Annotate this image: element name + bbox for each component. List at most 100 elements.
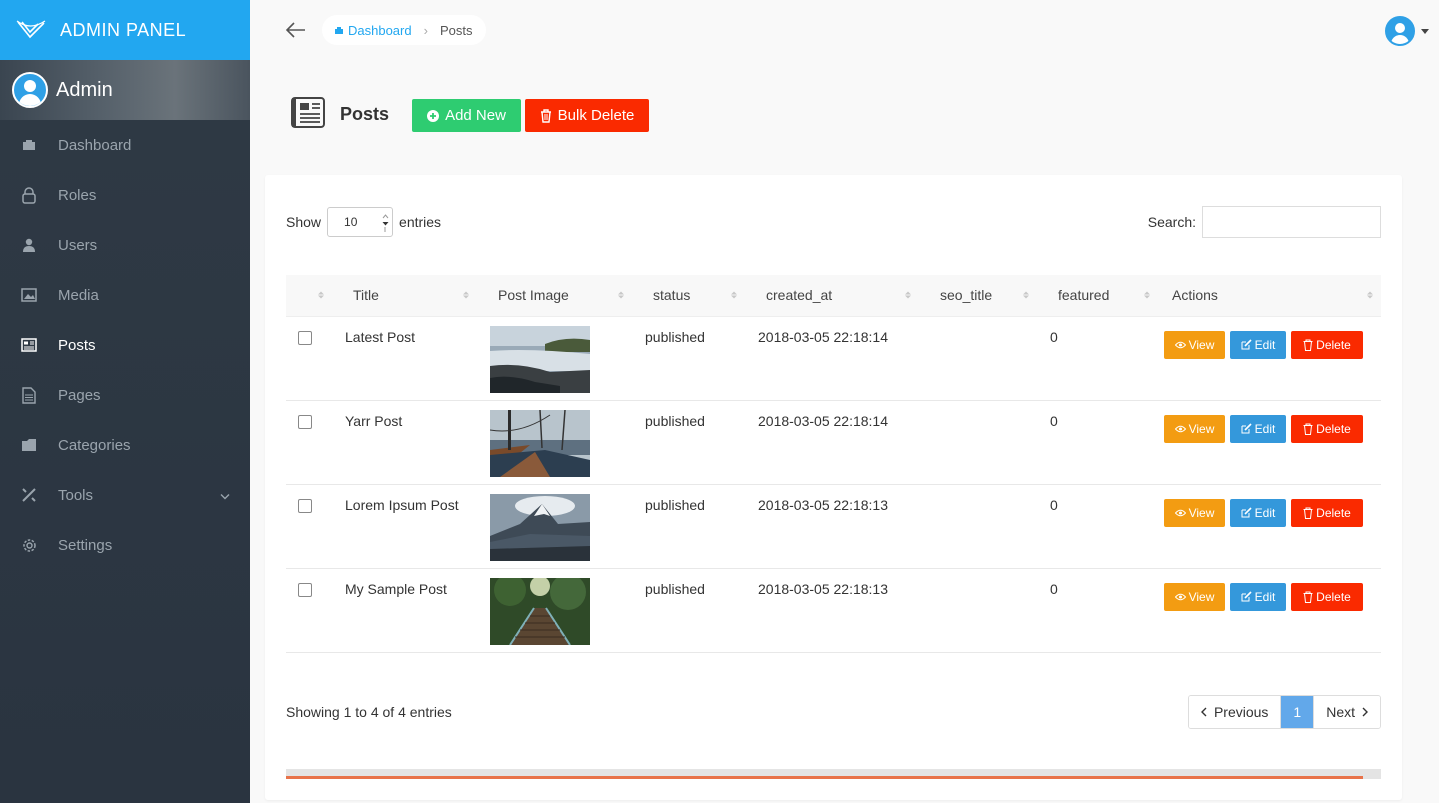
post-status: published xyxy=(645,580,705,597)
trash-icon xyxy=(1303,339,1313,351)
row-select-checkbox[interactable] xyxy=(298,330,312,345)
edit-label: Edit xyxy=(1254,421,1276,436)
post-status: published xyxy=(645,328,705,345)
brand-bar[interactable]: ADMIN PANEL xyxy=(0,0,250,60)
sidebar-item-categories[interactable]: Categories xyxy=(0,420,250,470)
column-header-actions[interactable]: Actions xyxy=(1158,275,1381,317)
row-actions: View Edit Delete xyxy=(1164,329,1381,359)
entries-length-value: 10 xyxy=(344,215,358,229)
sidebar-item-label: Settings xyxy=(58,536,113,554)
row-select-checkbox[interactable] xyxy=(298,414,312,429)
edit-label: Edit xyxy=(1254,505,1276,520)
search-input[interactable] xyxy=(1202,206,1381,238)
add-new-label: Add New xyxy=(445,107,506,124)
back-arrow-icon[interactable] xyxy=(284,20,306,40)
view-button[interactable]: View xyxy=(1164,414,1225,443)
bulk-delete-label: Bulk Delete xyxy=(557,107,635,124)
sidebar-item-roles[interactable]: Roles xyxy=(0,170,250,220)
column-header-seo-title[interactable]: seo_title xyxy=(919,275,1037,317)
edit-label: Edit xyxy=(1254,589,1276,604)
sidebar-item-posts[interactable]: Posts xyxy=(0,320,250,370)
add-new-button[interactable]: Add New xyxy=(412,99,521,132)
horizontal-scrollbar[interactable] xyxy=(286,769,1381,779)
trash-icon xyxy=(1303,591,1313,603)
sort-icon xyxy=(731,291,737,299)
post-featured: 0 xyxy=(1050,412,1058,429)
posts-table: Title Post Image status created_at seo_t… xyxy=(286,275,1381,653)
delete-button[interactable]: Delete xyxy=(1291,414,1363,443)
person-icon xyxy=(20,236,38,254)
edit-button[interactable]: Edit xyxy=(1230,498,1286,527)
column-header-featured[interactable]: featured xyxy=(1037,275,1158,317)
delete-label: Delete xyxy=(1316,337,1351,352)
sidebar-profile[interactable]: Admin xyxy=(0,60,250,120)
breadcrumb-home-label: Dashboard xyxy=(348,22,412,38)
edit-button[interactable]: Edit xyxy=(1230,582,1286,611)
scrollbar-thumb[interactable] xyxy=(286,776,1363,779)
previous-label: Previous xyxy=(1213,704,1269,720)
sidebar-item-settings[interactable]: Settings xyxy=(0,520,250,570)
image-icon xyxy=(20,286,38,304)
next-page-button[interactable]: Next xyxy=(1313,696,1380,728)
next-label: Next xyxy=(1326,704,1355,720)
search-label: Search: xyxy=(1147,214,1196,230)
entries-length-select[interactable]: 10 xyxy=(327,207,394,237)
trash-icon xyxy=(540,108,552,123)
view-button[interactable]: View xyxy=(1164,498,1225,527)
tools-icon xyxy=(20,486,38,504)
edit-icon xyxy=(1241,507,1252,518)
trash-icon xyxy=(1303,507,1313,519)
delete-button[interactable]: Delete xyxy=(1291,498,1363,527)
sidebar-item-users[interactable]: Users xyxy=(0,220,250,270)
post-featured: 0 xyxy=(1050,496,1058,513)
sidebar-item-label: Dashboard xyxy=(58,136,132,154)
profile-name: Admin xyxy=(56,78,113,101)
post-created-at: 2018-03-05 22:18:14 xyxy=(758,328,888,345)
column-header-created-at[interactable]: created_at xyxy=(745,275,919,317)
edit-button[interactable]: Edit xyxy=(1230,414,1286,443)
previous-page-button[interactable]: Previous xyxy=(1188,696,1282,728)
column-label: created_at xyxy=(766,287,833,304)
post-featured: 0 xyxy=(1050,328,1058,345)
sea-cliff-photo xyxy=(490,325,590,393)
posts-panel: Show 10 entries Search: Title Post Image… xyxy=(265,175,1402,800)
breadcrumb-home[interactable]: Dashboard xyxy=(334,23,412,38)
view-label: View xyxy=(1188,421,1215,436)
row-select-checkbox[interactable] xyxy=(298,582,312,597)
delete-button[interactable]: Delete xyxy=(1291,582,1363,611)
column-label: seo_title xyxy=(940,287,993,304)
row-select-checkbox[interactable] xyxy=(298,498,312,513)
column-header-select[interactable] xyxy=(286,275,332,317)
page-1-button[interactable]: 1 xyxy=(1281,696,1314,728)
edit-button[interactable]: Edit xyxy=(1230,330,1286,359)
bulk-delete-button[interactable]: Bulk Delete xyxy=(525,99,649,132)
sort-icon xyxy=(463,291,469,299)
search-control: Search: xyxy=(1148,206,1381,238)
avatar xyxy=(12,72,48,108)
delete-button[interactable]: Delete xyxy=(1291,330,1363,359)
file-icon xyxy=(20,386,38,404)
post-title: My Sample Post xyxy=(345,580,447,597)
sidebar-item-tools[interactable]: Tools xyxy=(0,470,250,520)
sidebar-item-pages[interactable]: Pages xyxy=(0,370,250,420)
column-header-title[interactable]: Title xyxy=(332,275,477,317)
sidebar-item-dashboard[interactable]: Dashboard xyxy=(0,120,250,170)
view-label: View xyxy=(1188,505,1215,520)
view-button[interactable]: View xyxy=(1164,582,1225,611)
show-label: Show xyxy=(286,214,322,230)
edit-label: Edit xyxy=(1254,337,1276,352)
column-header-post-image[interactable]: Post Image xyxy=(477,275,632,317)
lock-icon xyxy=(20,186,38,204)
view-button[interactable]: View xyxy=(1164,330,1225,359)
user-menu[interactable] xyxy=(1385,16,1429,46)
column-header-status[interactable]: status xyxy=(632,275,745,317)
column-label: Post Image xyxy=(498,287,569,304)
sidebar-item-media[interactable]: Media xyxy=(0,270,250,320)
table-row: Lorem Ipsum Post published 2018-03-05 22… xyxy=(286,484,1381,568)
dashboard-icon xyxy=(335,26,343,34)
plus-circle-icon xyxy=(427,109,440,122)
breadcrumb: Dashboard › Posts xyxy=(322,15,487,45)
sidebar-item-label: Posts xyxy=(58,336,96,354)
delete-label: Delete xyxy=(1316,421,1351,436)
entries-label: entries xyxy=(399,214,442,230)
